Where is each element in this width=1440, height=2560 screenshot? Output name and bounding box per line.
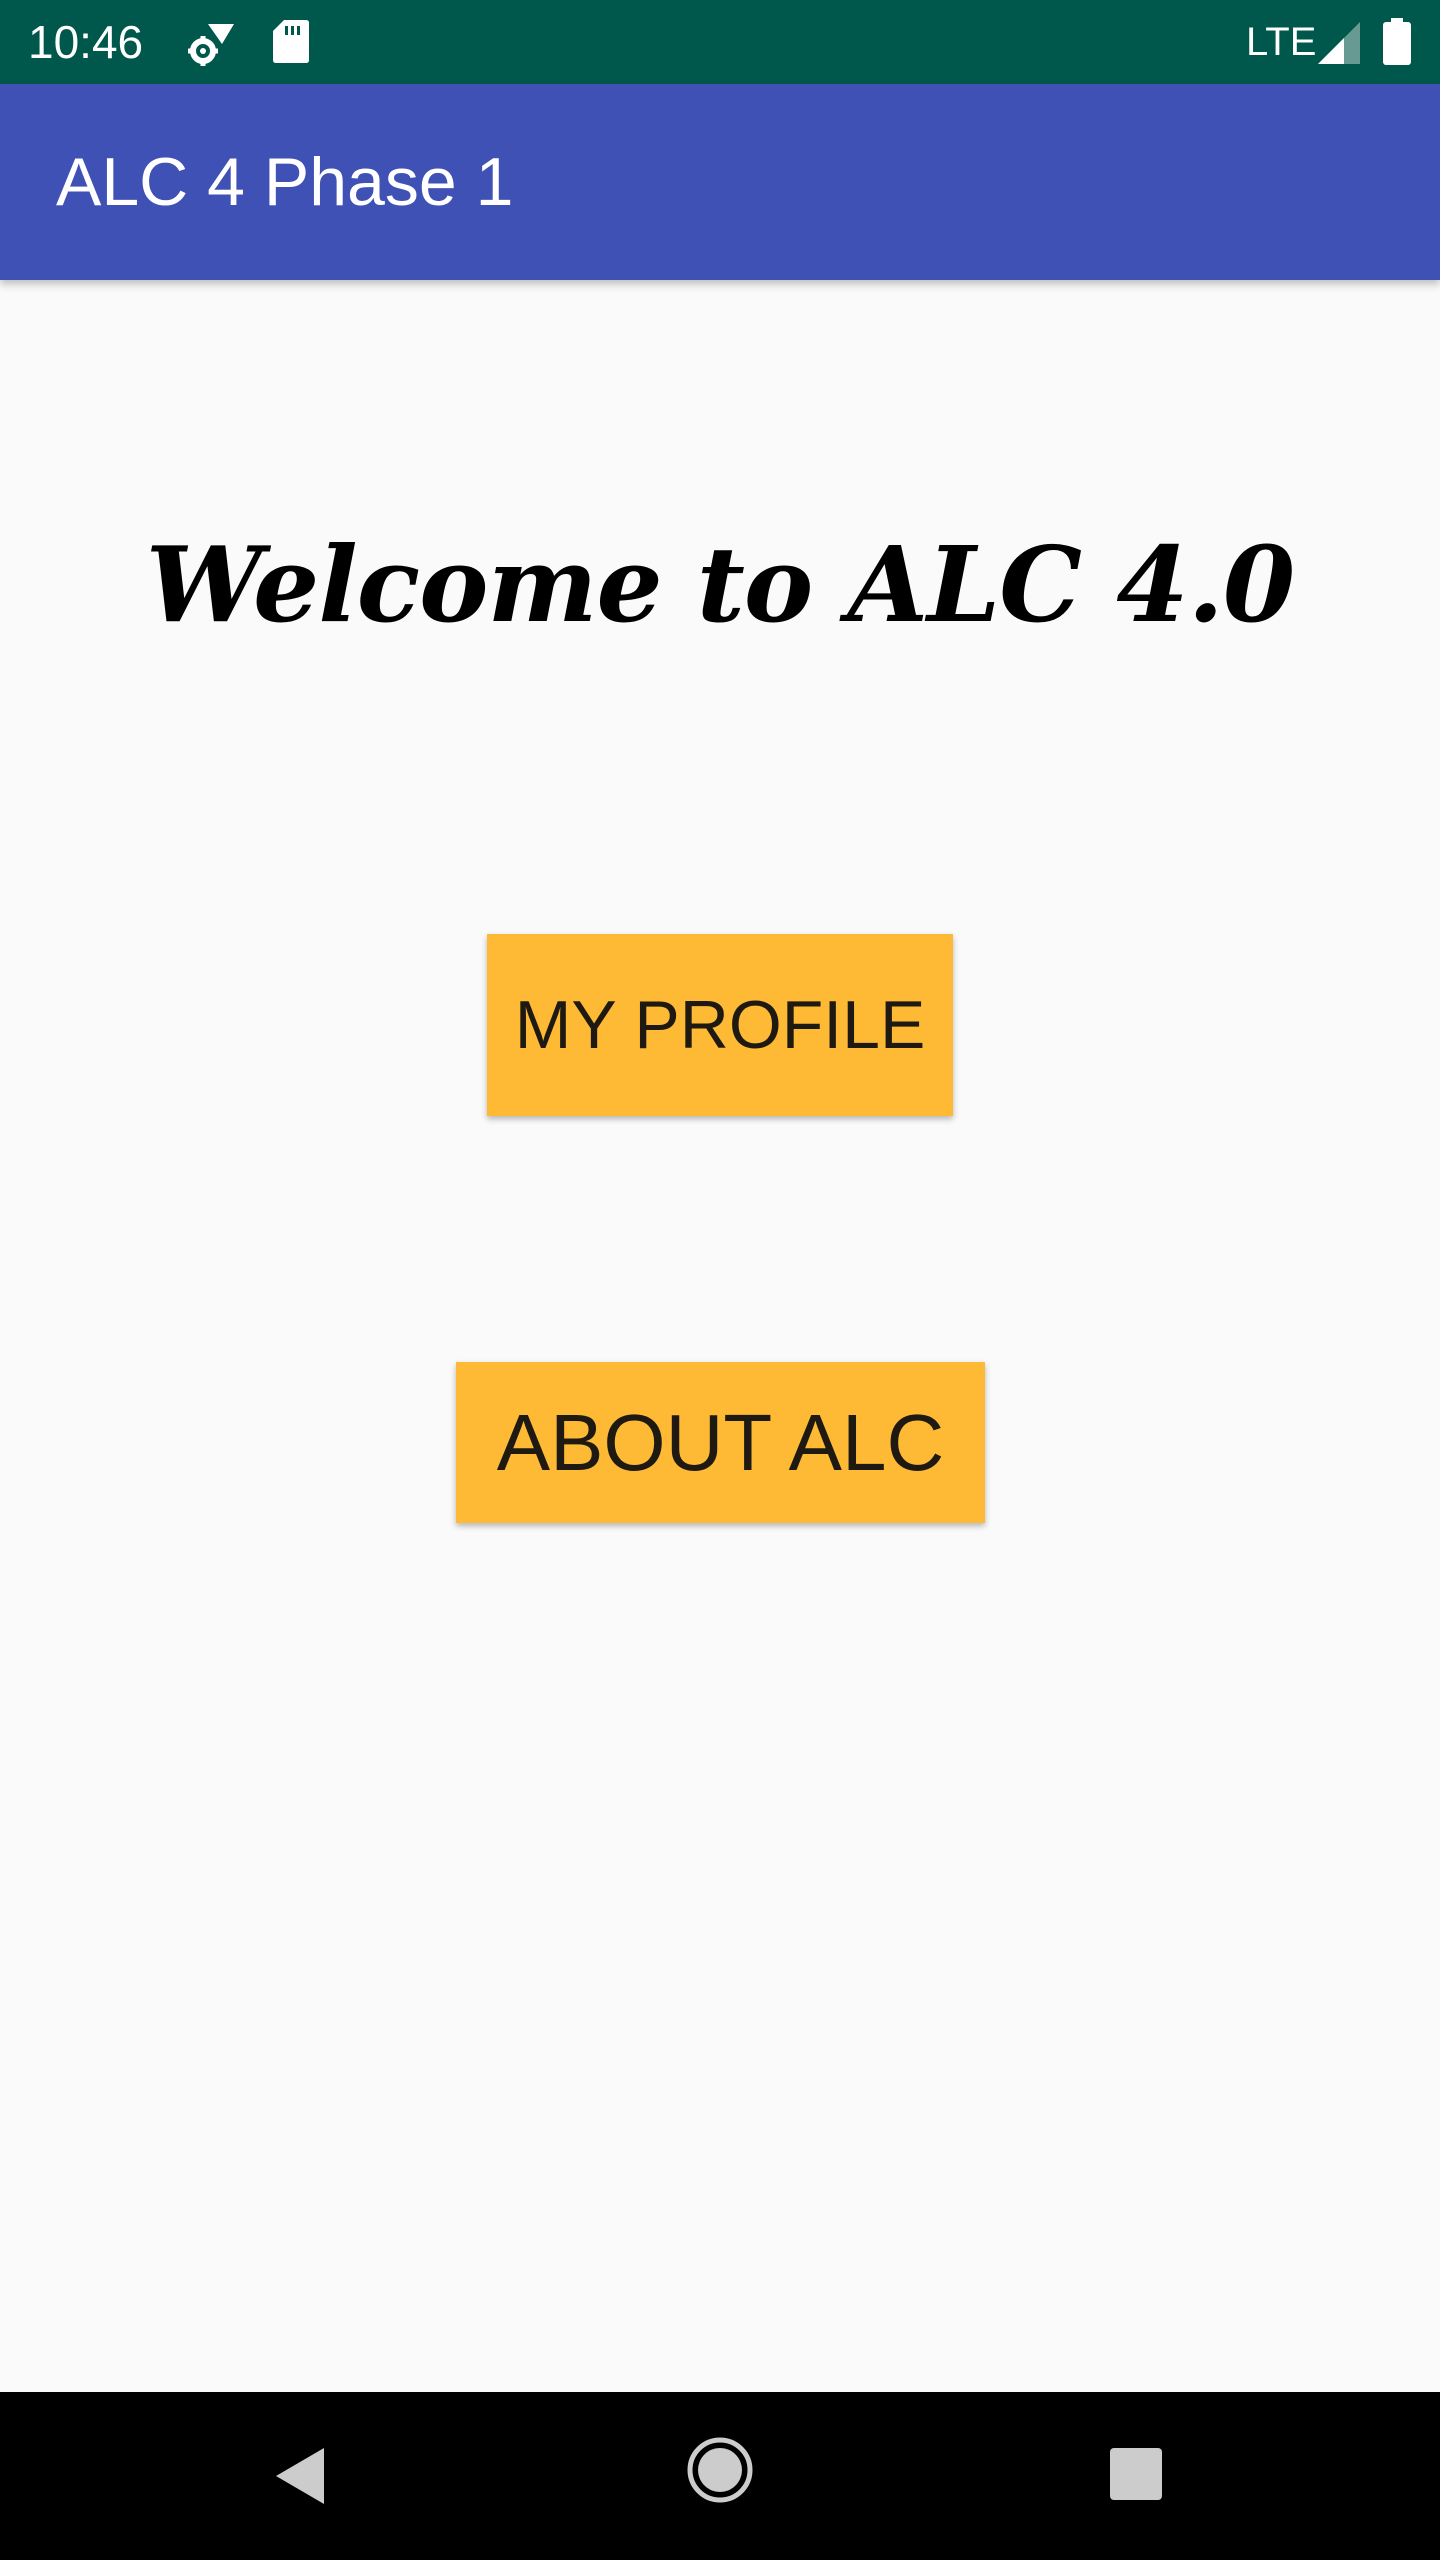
app-bar: ALC 4 Phase 1 bbox=[0, 84, 1440, 280]
app-title: ALC 4 Phase 1 bbox=[56, 144, 514, 220]
sd-card-icon bbox=[273, 20, 309, 63]
recents-icon[interactable] bbox=[1108, 2446, 1164, 2502]
my-profile-button[interactable]: MY PROFILE bbox=[487, 934, 953, 1116]
battery-icon bbox=[1383, 18, 1411, 65]
status-bar: 10:46 LTE bbox=[0, 0, 1440, 84]
network-type-label: LTE bbox=[1246, 20, 1317, 64]
screen: 10:46 LTE ALC 4 Phase 1 Welcome to ALC 4… bbox=[0, 0, 1440, 2560]
status-time: 10:46 bbox=[28, 16, 144, 68]
signal-icon bbox=[1318, 22, 1360, 64]
welcome-heading: Welcome to ALC 4.0 bbox=[145, 523, 1295, 646]
settings-sync-icon bbox=[188, 24, 234, 66]
back-icon[interactable] bbox=[272, 2444, 328, 2508]
navigation-bar bbox=[0, 2392, 1440, 2560]
about-alc-button[interactable]: ABOUT ALC bbox=[456, 1362, 985, 1523]
home-icon[interactable] bbox=[686, 2436, 754, 2504]
